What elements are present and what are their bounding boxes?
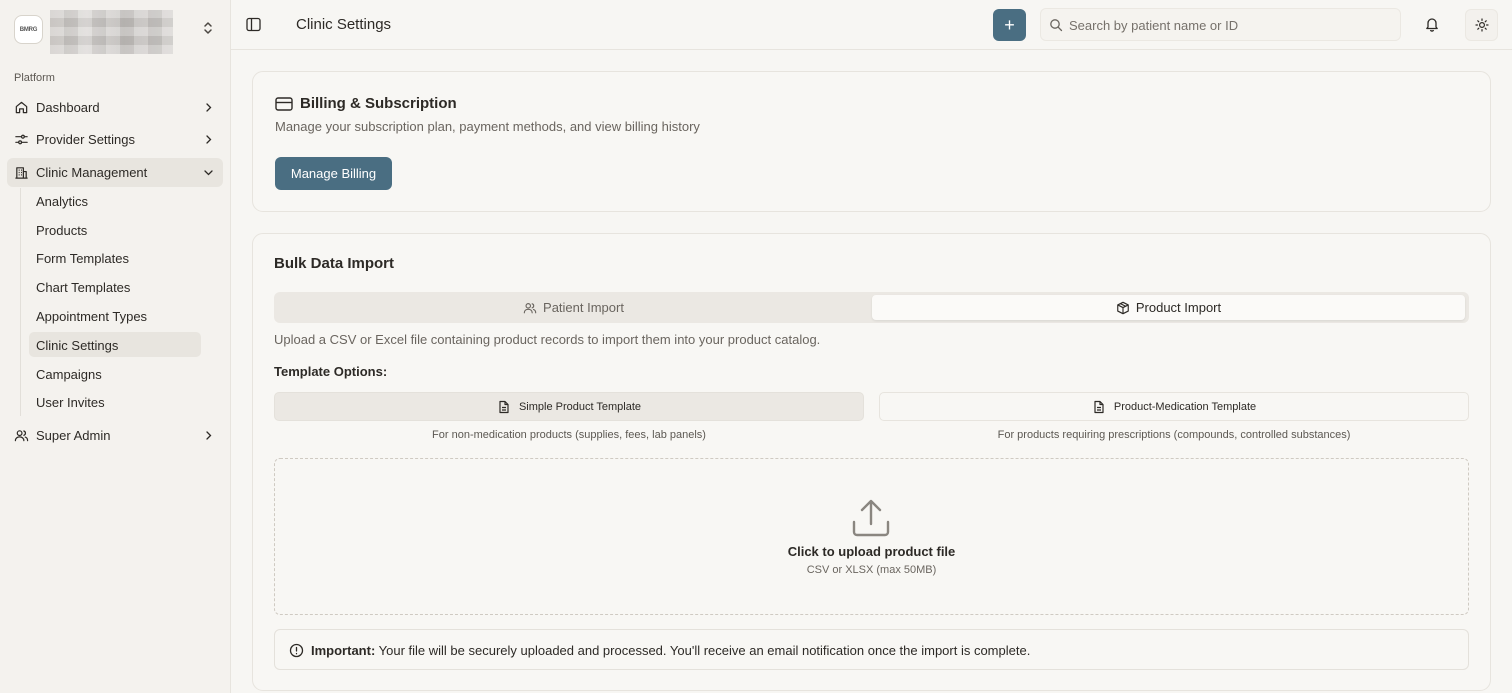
sidebar-item-label: Provider Settings	[36, 132, 135, 147]
page-title: Clinic Settings	[296, 16, 392, 33]
subitem-label: Products	[36, 223, 88, 238]
info-icon	[289, 643, 304, 658]
upload-dropzone[interactable]: Click to upload product file CSV or XLSX…	[274, 458, 1469, 615]
subnav-line	[20, 188, 21, 416]
template-note: For products requiring prescriptions (co…	[997, 429, 1351, 441]
chevron-right-icon	[206, 103, 212, 112]
sidebar-subitem-products[interactable]: Products	[29, 217, 201, 242]
sliders-icon	[15, 134, 28, 145]
sidebar-subitem-form-templates[interactable]: Form Templates	[29, 245, 201, 270]
bulk-import-title: Bulk Data Import	[274, 255, 395, 272]
subitem-label: User Invites	[36, 395, 105, 410]
notice-text: Important: Your file will be securely up…	[311, 643, 1030, 658]
chevrons-up-down-icon[interactable]	[200, 20, 216, 36]
billing-description: Manage your subscription plan, payment m…	[275, 119, 700, 134]
file-text-icon	[499, 400, 509, 413]
upload-icon	[852, 499, 890, 537]
add-button[interactable]: +	[993, 9, 1026, 41]
subitem-label: Appointment Types	[36, 309, 148, 324]
template-label: Simple Product Template	[518, 400, 642, 413]
notice-body: Your file will be securely uploaded and …	[375, 643, 1031, 658]
template-label: Product-Medication Template	[1113, 400, 1257, 413]
simple-product-template-button[interactable]: Simple Product Template	[274, 392, 864, 421]
theme-toggle-button[interactable]	[1465, 9, 1498, 41]
search-icon	[1050, 19, 1063, 32]
notice-bold: Important:	[311, 643, 376, 658]
tab-label: Patient Import	[543, 300, 624, 315]
chevron-right-icon	[206, 135, 212, 144]
org-name-blurred	[50, 10, 173, 54]
manage-billing-button[interactable]: Manage Billing	[275, 157, 392, 190]
import-description: Upload a CSV or Excel file containing pr…	[274, 332, 821, 347]
top-header: Clinic Settings +	[231, 0, 1512, 50]
org-switcher[interactable]: BMRG	[14, 10, 219, 56]
home-icon	[15, 101, 28, 114]
import-tabs: Patient Import Product Import	[274, 292, 1469, 323]
sidebar-item-provider-settings[interactable]: Provider Settings	[7, 125, 223, 154]
sidebar: BMRG Platform Dashboard Provider Setting…	[0, 0, 231, 693]
sidebar-item-label: Dashboard	[36, 100, 100, 115]
sidebar-item-label: Super Admin	[36, 428, 111, 443]
bulk-import-card: Bulk Data Import Patient Import Product …	[252, 233, 1491, 691]
file-text-icon	[1094, 400, 1104, 413]
users-icon	[14, 430, 29, 442]
upload-hint: CSV or XLSX (max 50MB)	[806, 564, 937, 576]
users-icon	[523, 302, 537, 313]
subitem-label: Chart Templates	[36, 280, 131, 295]
template-note: For non-medication products (supplies, f…	[432, 429, 706, 441]
sidebar-subitem-appointment-types[interactable]: Appointment Types	[29, 303, 201, 328]
sidebar-toggle-icon[interactable]	[245, 16, 262, 33]
sun-icon	[1474, 18, 1489, 32]
subitem-label: Analytics	[36, 194, 89, 209]
sidebar-item-super-admin[interactable]: Super Admin	[7, 421, 223, 450]
sidebar-subitem-user-invites[interactable]: User Invites	[29, 389, 201, 414]
chevron-right-icon	[206, 431, 212, 440]
sidebar-subitem-clinic-settings[interactable]: Clinic Settings	[29, 332, 201, 357]
search-box[interactable]	[1040, 8, 1401, 41]
building-icon	[15, 167, 28, 179]
sidebar-item-label: Clinic Management	[36, 165, 148, 180]
subitem-label: Clinic Settings	[36, 338, 119, 353]
tab-patient-import[interactable]: Patient Import	[277, 295, 870, 320]
bell-icon[interactable]	[1424, 16, 1440, 32]
subitem-label: Form Templates	[36, 251, 129, 266]
sidebar-subitem-chart-templates[interactable]: Chart Templates	[29, 274, 201, 299]
section-label-platform: Platform	[14, 72, 55, 84]
billing-title: Billing & Subscription	[300, 95, 457, 112]
tab-product-import[interactable]: Product Import	[872, 295, 1465, 320]
tab-label: Product Import	[1135, 300, 1222, 315]
sidebar-item-dashboard[interactable]: Dashboard	[7, 93, 223, 122]
billing-card: Billing & Subscription Manage your subsc…	[252, 71, 1491, 212]
org-logo: BMRG	[14, 15, 43, 44]
sidebar-subitem-campaigns[interactable]: Campaigns	[29, 361, 201, 386]
sidebar-item-clinic-management[interactable]: Clinic Management	[7, 158, 223, 187]
important-notice: Important: Your file will be securely up…	[274, 629, 1469, 670]
credit-card-icon	[275, 97, 293, 111]
subitem-label: Campaigns	[36, 367, 102, 382]
search-input[interactable]	[1069, 16, 1389, 34]
product-medication-template-button[interactable]: Product-Medication Template	[879, 392, 1469, 421]
sidebar-subitem-analytics[interactable]: Analytics	[29, 188, 201, 213]
package-icon	[1117, 301, 1129, 314]
template-options-label: Template Options:	[274, 364, 388, 379]
upload-title: Click to upload product file	[787, 544, 956, 559]
chevron-down-icon	[204, 170, 213, 176]
